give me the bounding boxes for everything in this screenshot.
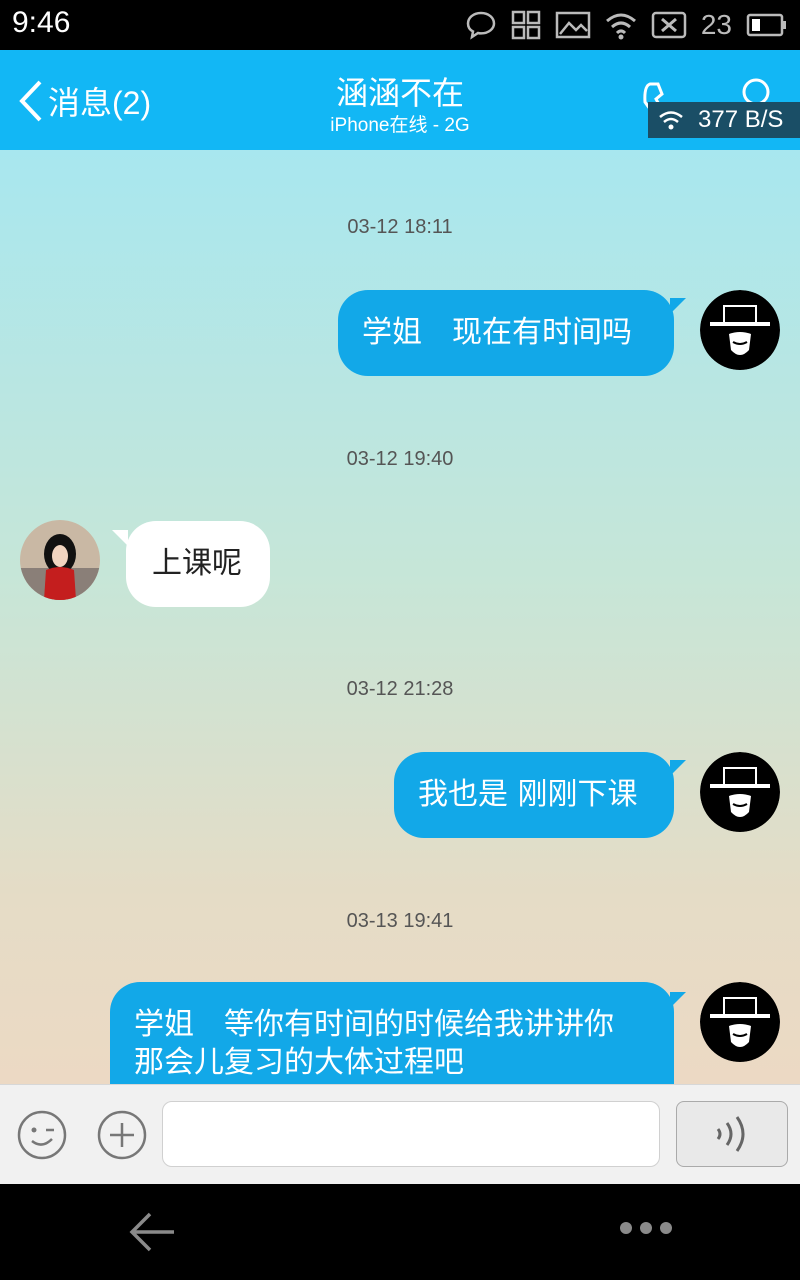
dot	[660, 1222, 672, 1234]
message-bubble-incoming[interactable]: 上课呢	[126, 521, 270, 607]
chat-header: 消息(2) 涵涵不在 iPhone在线 - 2G 377 B/S	[0, 50, 800, 150]
masked-man-avatar-icon	[700, 982, 780, 1062]
image-icon	[555, 11, 591, 39]
status-icons: 23	[465, 8, 788, 42]
system-nav-bar	[0, 1184, 800, 1280]
qr-grid-icon	[511, 10, 541, 40]
message-text: 我也是 刚刚下课	[418, 777, 638, 812]
data-blocked-icon	[651, 11, 687, 39]
message-bubble-outgoing[interactable]: 学姐 现在有时间吗	[338, 290, 674, 376]
bubble-tail	[112, 530, 128, 546]
emoji-icon[interactable]	[16, 1109, 68, 1161]
avatar-self[interactable]	[700, 752, 780, 832]
message-text: 上课呢	[152, 546, 242, 581]
message-text: 学姐 现在有时间吗	[362, 315, 632, 350]
battery-icon	[746, 13, 786, 37]
avatar-self[interactable]	[700, 290, 780, 370]
message-text-line: 学姐 等你有时间的时候给我讲讲你	[134, 1007, 614, 1042]
dot	[640, 1222, 652, 1234]
status-time: 9:46	[12, 6, 71, 39]
masked-man-avatar-icon	[700, 290, 780, 370]
status-bar: 9:46 23	[0, 0, 800, 50]
chat-bubble-icon	[466, 11, 496, 40]
bubble-tail	[670, 760, 686, 776]
bubble-tail	[670, 992, 686, 1008]
wifi-icon	[659, 111, 683, 130]
plus-icon[interactable]	[96, 1109, 148, 1161]
message-input[interactable]	[162, 1101, 660, 1167]
message-text-line: 那会儿复习的大体过程吧	[134, 1045, 464, 1080]
chat-area[interactable]: 03-12 18:11 学姐 现在有时间吗 03-12 19:40 上课呢 03…	[0, 150, 800, 1084]
voice-button[interactable]	[676, 1101, 788, 1167]
message-timestamp: 03-13 19:41	[346, 910, 454, 932]
network-speed-badge: 377 B/S	[648, 102, 800, 138]
message-bubble-outgoing[interactable]: 学姐 等你有时间的时候给我讲讲你 那会儿复习的大体过程吧	[110, 982, 674, 1084]
avatar-self[interactable]	[700, 982, 780, 1062]
more-dots-icon[interactable]	[620, 1222, 672, 1234]
message-timestamp: 03-12 19:40	[346, 448, 454, 470]
input-bar	[0, 1084, 800, 1185]
dot	[620, 1222, 632, 1234]
contact-photo-icon	[20, 520, 100, 600]
back-arrow-icon[interactable]	[126, 1206, 178, 1258]
wifi-icon	[605, 13, 636, 40]
battery-level: 23	[700, 9, 732, 40]
message-bubble-outgoing[interactable]: 我也是 刚刚下课	[394, 752, 674, 838]
masked-man-avatar-icon	[700, 752, 780, 832]
avatar-contact[interactable]	[20, 520, 100, 600]
bubble-tail	[670, 298, 686, 314]
message-timestamp: 03-12 18:11	[347, 216, 453, 238]
message-timestamp: 03-12 21:28	[346, 678, 454, 700]
voice-icon	[716, 1116, 745, 1152]
network-speed-label: 377 B/S	[698, 106, 784, 133]
